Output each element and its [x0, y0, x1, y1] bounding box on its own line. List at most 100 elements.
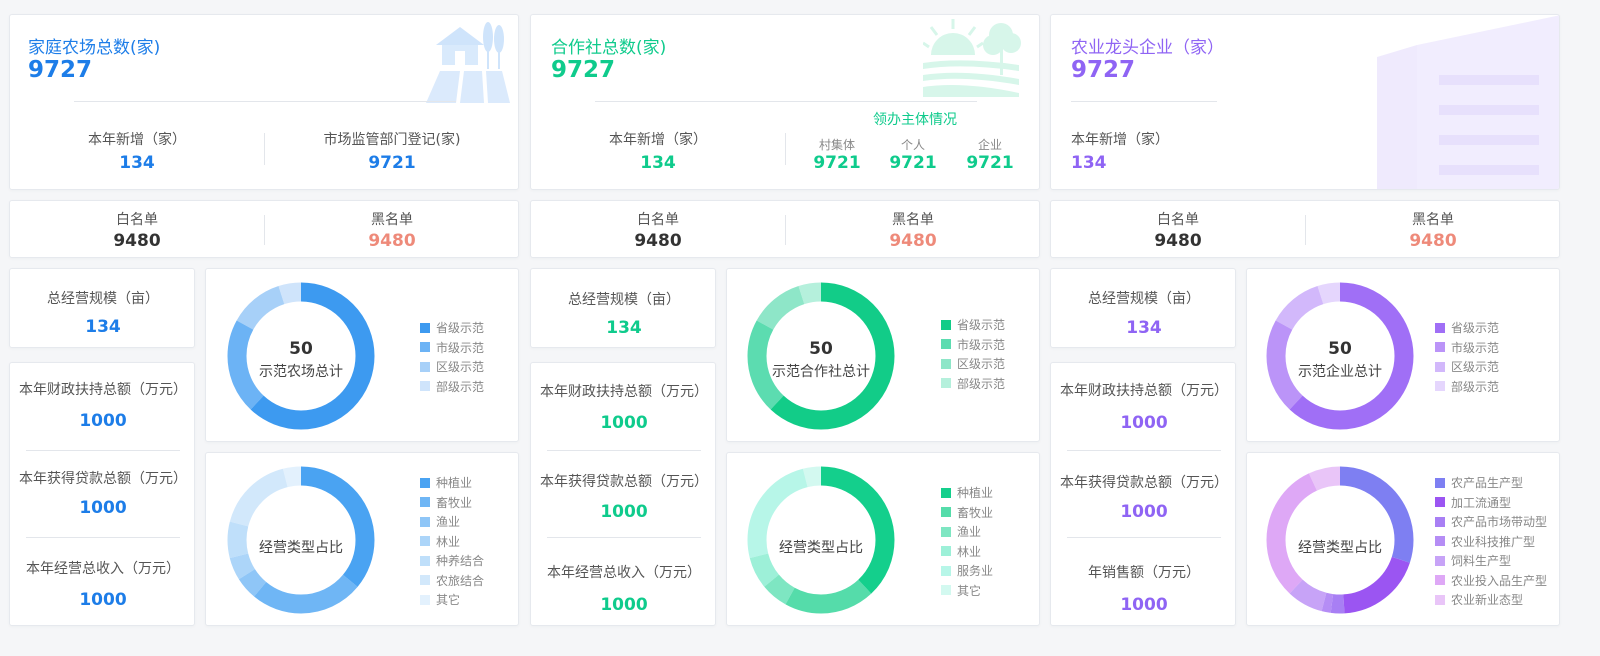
legend-swatch — [420, 536, 430, 547]
legend-item[interactable]: 畜牧业 — [420, 493, 484, 513]
farm-list-card: 白名单 9480 黑名单 9480 — [9, 200, 519, 258]
legend-item[interactable]: 省级示范 — [420, 318, 484, 338]
legend-item[interactable]: 渔业 — [941, 522, 993, 542]
legend-swatch — [1435, 575, 1445, 586]
coop-loan-value: 1000 — [600, 502, 648, 522]
coop-finance-card: 本年财政扶持总额（万元） 1000 本年获得贷款总额（万元） 1000 本年经营… — [530, 362, 716, 626]
farm-demo-label: 示范农场总计 — [259, 363, 343, 380]
ent-fund-value: 1000 — [1120, 413, 1168, 433]
legend-swatch — [1435, 516, 1445, 527]
legend-item[interactable]: 农产品市场带动型 — [1435, 512, 1547, 532]
legend-swatch — [941, 526, 951, 537]
legend-swatch — [420, 361, 430, 372]
legend-item[interactable]: 市级示范 — [1435, 338, 1499, 358]
ent-summary-card: 农业龙头企业（家） 9727 本年新增（家） 134 — [1050, 14, 1560, 190]
legend-item[interactable]: 区级示范 — [420, 357, 484, 377]
farm-white-label: 白名单 — [116, 212, 158, 228]
legend-label: 省级示范 — [1451, 321, 1500, 336]
legend-item[interactable]: 种植业 — [941, 483, 993, 503]
legend-item[interactable]: 农业投入品生产型 — [1435, 571, 1547, 591]
legend-item[interactable]: 种植业 — [420, 473, 484, 493]
coop-scale-label: 总经营规模（亩） — [568, 292, 680, 308]
legend-label: 种养结合 — [436, 554, 485, 569]
ent-scale-label: 总经营规模（亩） — [1088, 291, 1200, 307]
divider — [547, 450, 701, 451]
legend-swatch — [420, 322, 430, 333]
legend-label: 渔业 — [957, 525, 982, 540]
ent-demo-legend: 省级示范市级示范 区级示范 部级示范 — [1435, 318, 1499, 396]
legend-item[interactable]: 农业新业态型 — [1435, 590, 1547, 610]
legend-item[interactable]: 农业科技推广型 — [1435, 532, 1547, 552]
legend-swatch — [1435, 536, 1445, 547]
ent-type-donut: 经营类型占比 — [1266, 466, 1414, 614]
legend-label: 区级示范 — [436, 360, 485, 375]
legend-swatch — [941, 487, 951, 498]
farm-type-donut: 经营类型占比 — [227, 466, 375, 614]
ent-demo-card: 50 示范企业总计 省级示范 市级示范 区级示范 部级示范 — [1246, 268, 1560, 442]
legend-item[interactable]: 市级示范 — [420, 338, 484, 358]
legend-item[interactable]: 部级示范 — [941, 374, 1005, 394]
legend-swatch — [941, 585, 951, 596]
coop-demo-label: 示范合作社总计 — [772, 363, 870, 380]
ent-income-value: 1000 — [1120, 595, 1168, 615]
legend-label: 林业 — [957, 544, 982, 559]
ent-fund-label: 本年财政扶持总额（万元） — [1060, 383, 1228, 399]
legend-item[interactable]: 省级示范 — [1435, 318, 1499, 338]
legend-item[interactable]: 加工流通型 — [1435, 493, 1547, 513]
divider — [547, 537, 701, 538]
ent-black-label: 黑名单 — [1412, 212, 1454, 228]
legend-label: 加工流通型 — [1451, 495, 1512, 510]
coop-lead-title: 领办主体情况 — [873, 112, 957, 128]
coop-demo-value: 50 — [809, 339, 833, 359]
divider — [785, 133, 786, 165]
coop-demo-legend: 省级示范 市级示范 区级示范 部级示范 — [941, 315, 1005, 393]
coop-scale-card: 总经营规模（亩） 134 — [530, 268, 716, 348]
legend-item[interactable]: 其它 — [420, 590, 484, 610]
legend-swatch — [1435, 361, 1445, 372]
legend-item[interactable]: 省级示范 — [941, 315, 1005, 335]
legend-item[interactable]: 种养结合 — [420, 551, 484, 571]
ent-income-label: 年销售额（万元） — [1088, 565, 1200, 581]
coop-lead-value: 9721 — [966, 153, 1014, 173]
legend-item[interactable]: 区级示范 — [1435, 357, 1499, 377]
legend-item[interactable]: 农旅结合 — [420, 571, 484, 591]
legend-label: 种植业 — [436, 476, 473, 491]
legend-item[interactable]: 饲料生产型 — [1435, 551, 1547, 571]
legend-item[interactable]: 部级示范 — [1435, 377, 1499, 397]
legend-item[interactable]: 部级示范 — [420, 377, 484, 397]
farm-fund-label: 本年财政扶持总额（万元） — [19, 382, 187, 398]
coop-loan-label: 本年获得贷款总额（万元） — [540, 474, 708, 490]
coop-white-label: 白名单 — [637, 212, 679, 228]
sunrise-field-icon — [922, 17, 1023, 101]
legend-item[interactable]: 其它 — [941, 581, 993, 601]
ent-scale-card: 总经营规模（亩） 134 — [1050, 268, 1236, 348]
farm-title: 家庭农场总数(家) — [28, 38, 161, 58]
legend-item[interactable]: 服务业 — [941, 561, 993, 581]
legend-swatch — [1435, 342, 1445, 353]
divider — [1067, 450, 1221, 451]
legend-item[interactable]: 市级示范 — [941, 335, 1005, 355]
legend-swatch — [420, 381, 430, 392]
coop-lead-label: 企业 — [977, 138, 1002, 152]
legend-item[interactable]: 林业 — [941, 542, 993, 562]
coop-lead-label: 个人 — [900, 138, 925, 152]
legend-item[interactable]: 农产品生产型 — [1435, 473, 1547, 493]
coop-demo-card: 50 示范合作社总计 省级示范 市级示范 区级示范 部级示范 — [726, 268, 1040, 442]
legend-swatch — [1435, 322, 1445, 333]
farm-demo-legend: 省级示范 市级示范区级示范部级示范 — [420, 318, 484, 396]
legend-item[interactable]: 畜牧业 — [941, 503, 993, 523]
legend-item[interactable]: 区级示范 — [941, 354, 1005, 374]
farm-type-legend: 种植业畜牧业 渔业 林业种养结合农旅结合其它 — [420, 473, 484, 610]
ent-loan-label: 本年获得贷款总额（万元） — [1060, 475, 1228, 491]
legend-swatch — [941, 358, 951, 369]
farm-black-label: 黑名单 — [371, 212, 413, 228]
farm-type-card: 经营类型占比 种植业畜牧业 渔业 林业种养结合农旅结合其它 — [205, 452, 519, 626]
legend-label: 其它 — [436, 593, 461, 608]
legend-item[interactable]: 林业 — [420, 532, 484, 552]
coop-new-value: 134 — [640, 153, 676, 173]
legend-swatch — [941, 507, 951, 518]
farm-scale-card: 总经营规模（亩） 134 — [9, 268, 195, 348]
legend-item[interactable]: 渔业 — [420, 512, 484, 532]
divider — [595, 101, 977, 102]
legend-swatch — [420, 342, 430, 353]
